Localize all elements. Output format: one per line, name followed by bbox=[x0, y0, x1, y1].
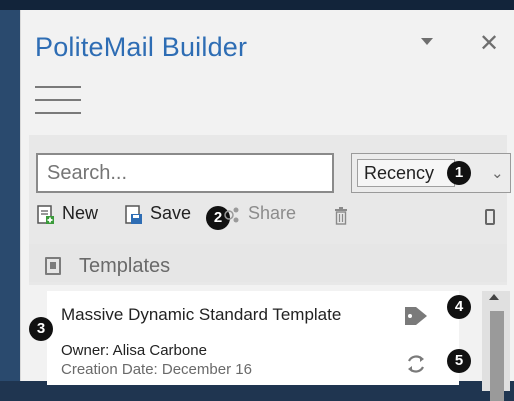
save-button[interactable]: Save bbox=[125, 201, 200, 229]
sort-selected-value: Recency bbox=[357, 159, 455, 187]
close-icon[interactable]: ✕ bbox=[479, 29, 499, 58]
callout-badge-5: 5 bbox=[447, 349, 471, 373]
app-title: PoliteMail Builder bbox=[35, 32, 248, 62]
new-button-label: New bbox=[62, 203, 99, 223]
sort-dropdown[interactable]: Recency ⌄ bbox=[351, 153, 511, 193]
template-owner: Owner: Alisa Carbone bbox=[61, 342, 207, 359]
share-button[interactable]: Share bbox=[223, 201, 303, 229]
template-creation-date: Creation Date: December 16 bbox=[61, 361, 252, 378]
callout-badge-3: 3 bbox=[29, 317, 53, 341]
sync-icon[interactable] bbox=[405, 353, 427, 375]
chevron-down-icon[interactable] bbox=[421, 38, 433, 45]
politemail-builder-panel: PoliteMail Builder ✕ Recency ⌄ 1 New Sav… bbox=[20, 10, 514, 401]
share-button-label: Share bbox=[248, 203, 297, 223]
search-input[interactable] bbox=[36, 153, 334, 193]
template-icon bbox=[45, 257, 61, 275]
template-title: Massive Dynamic Standard Template bbox=[61, 305, 342, 324]
trash-icon[interactable] bbox=[334, 207, 348, 225]
new-document-icon bbox=[37, 205, 54, 224]
templates-section-label: Templates bbox=[79, 255, 171, 277]
background-left-edge bbox=[0, 0, 20, 381]
save-button-label: Save bbox=[150, 203, 192, 223]
share-icon bbox=[224, 207, 239, 223]
scroll-up-arrow-icon[interactable] bbox=[489, 294, 499, 300]
callout-badge-1: 1 bbox=[447, 161, 471, 185]
new-button[interactable]: New bbox=[37, 201, 107, 229]
tag-icon[interactable] bbox=[403, 305, 429, 327]
chevron-down-icon: ⌄ bbox=[491, 165, 504, 182]
callout-badge-4: 4 bbox=[447, 295, 471, 319]
scrollbar-thumb[interactable] bbox=[490, 311, 504, 401]
template-card[interactable]: Massive Dynamic Standard Template Owner:… bbox=[47, 291, 459, 385]
menu-icon[interactable] bbox=[35, 86, 81, 120]
mobile-icon[interactable] bbox=[485, 209, 495, 225]
vertical-scrollbar[interactable] bbox=[482, 291, 510, 401]
save-icon bbox=[125, 205, 142, 224]
background-top-edge bbox=[0, 0, 514, 10]
